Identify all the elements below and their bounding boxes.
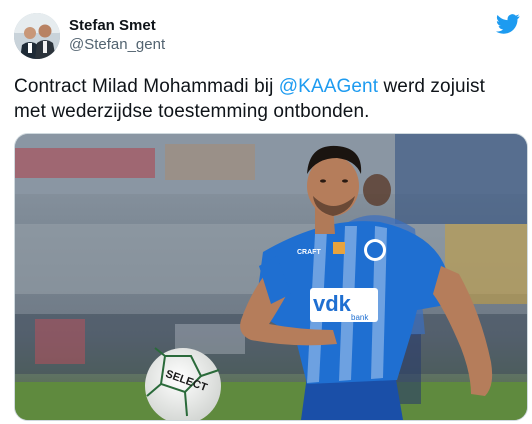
- author-avatar[interactable]: [14, 13, 60, 59]
- mention-link[interactable]: @KAAGent: [279, 76, 378, 97]
- avatar-photo-icon: [14, 13, 60, 59]
- football-player-photo: vdk bank CRAFT SELECT: [15, 134, 527, 420]
- jersey-sponsor-label: vdk: [313, 291, 352, 316]
- tweet-text-part: Contract Milad Mohammadi bij: [14, 76, 279, 97]
- jersey-brand-label: CRAFT: [297, 249, 321, 256]
- tweet-text: Contract Milad Mohammadi bij @KAAGent we…: [14, 74, 518, 124]
- tweet-header: Stefan Smet @Stefan_gent: [14, 12, 518, 60]
- author-display-name[interactable]: Stefan Smet: [69, 17, 165, 36]
- jersey-sponsor-sub-label: bank: [351, 313, 369, 322]
- tweet-photo[interactable]: vdk bank CRAFT SELECT: [14, 133, 528, 421]
- twitter-bird-icon[interactable]: [496, 14, 520, 34]
- tweet-card: Stefan Smet @Stefan_gent Contract Milad …: [0, 0, 532, 424]
- author-handle[interactable]: @Stefan_gent: [69, 36, 165, 55]
- author-names: Stefan Smet @Stefan_gent: [69, 17, 165, 55]
